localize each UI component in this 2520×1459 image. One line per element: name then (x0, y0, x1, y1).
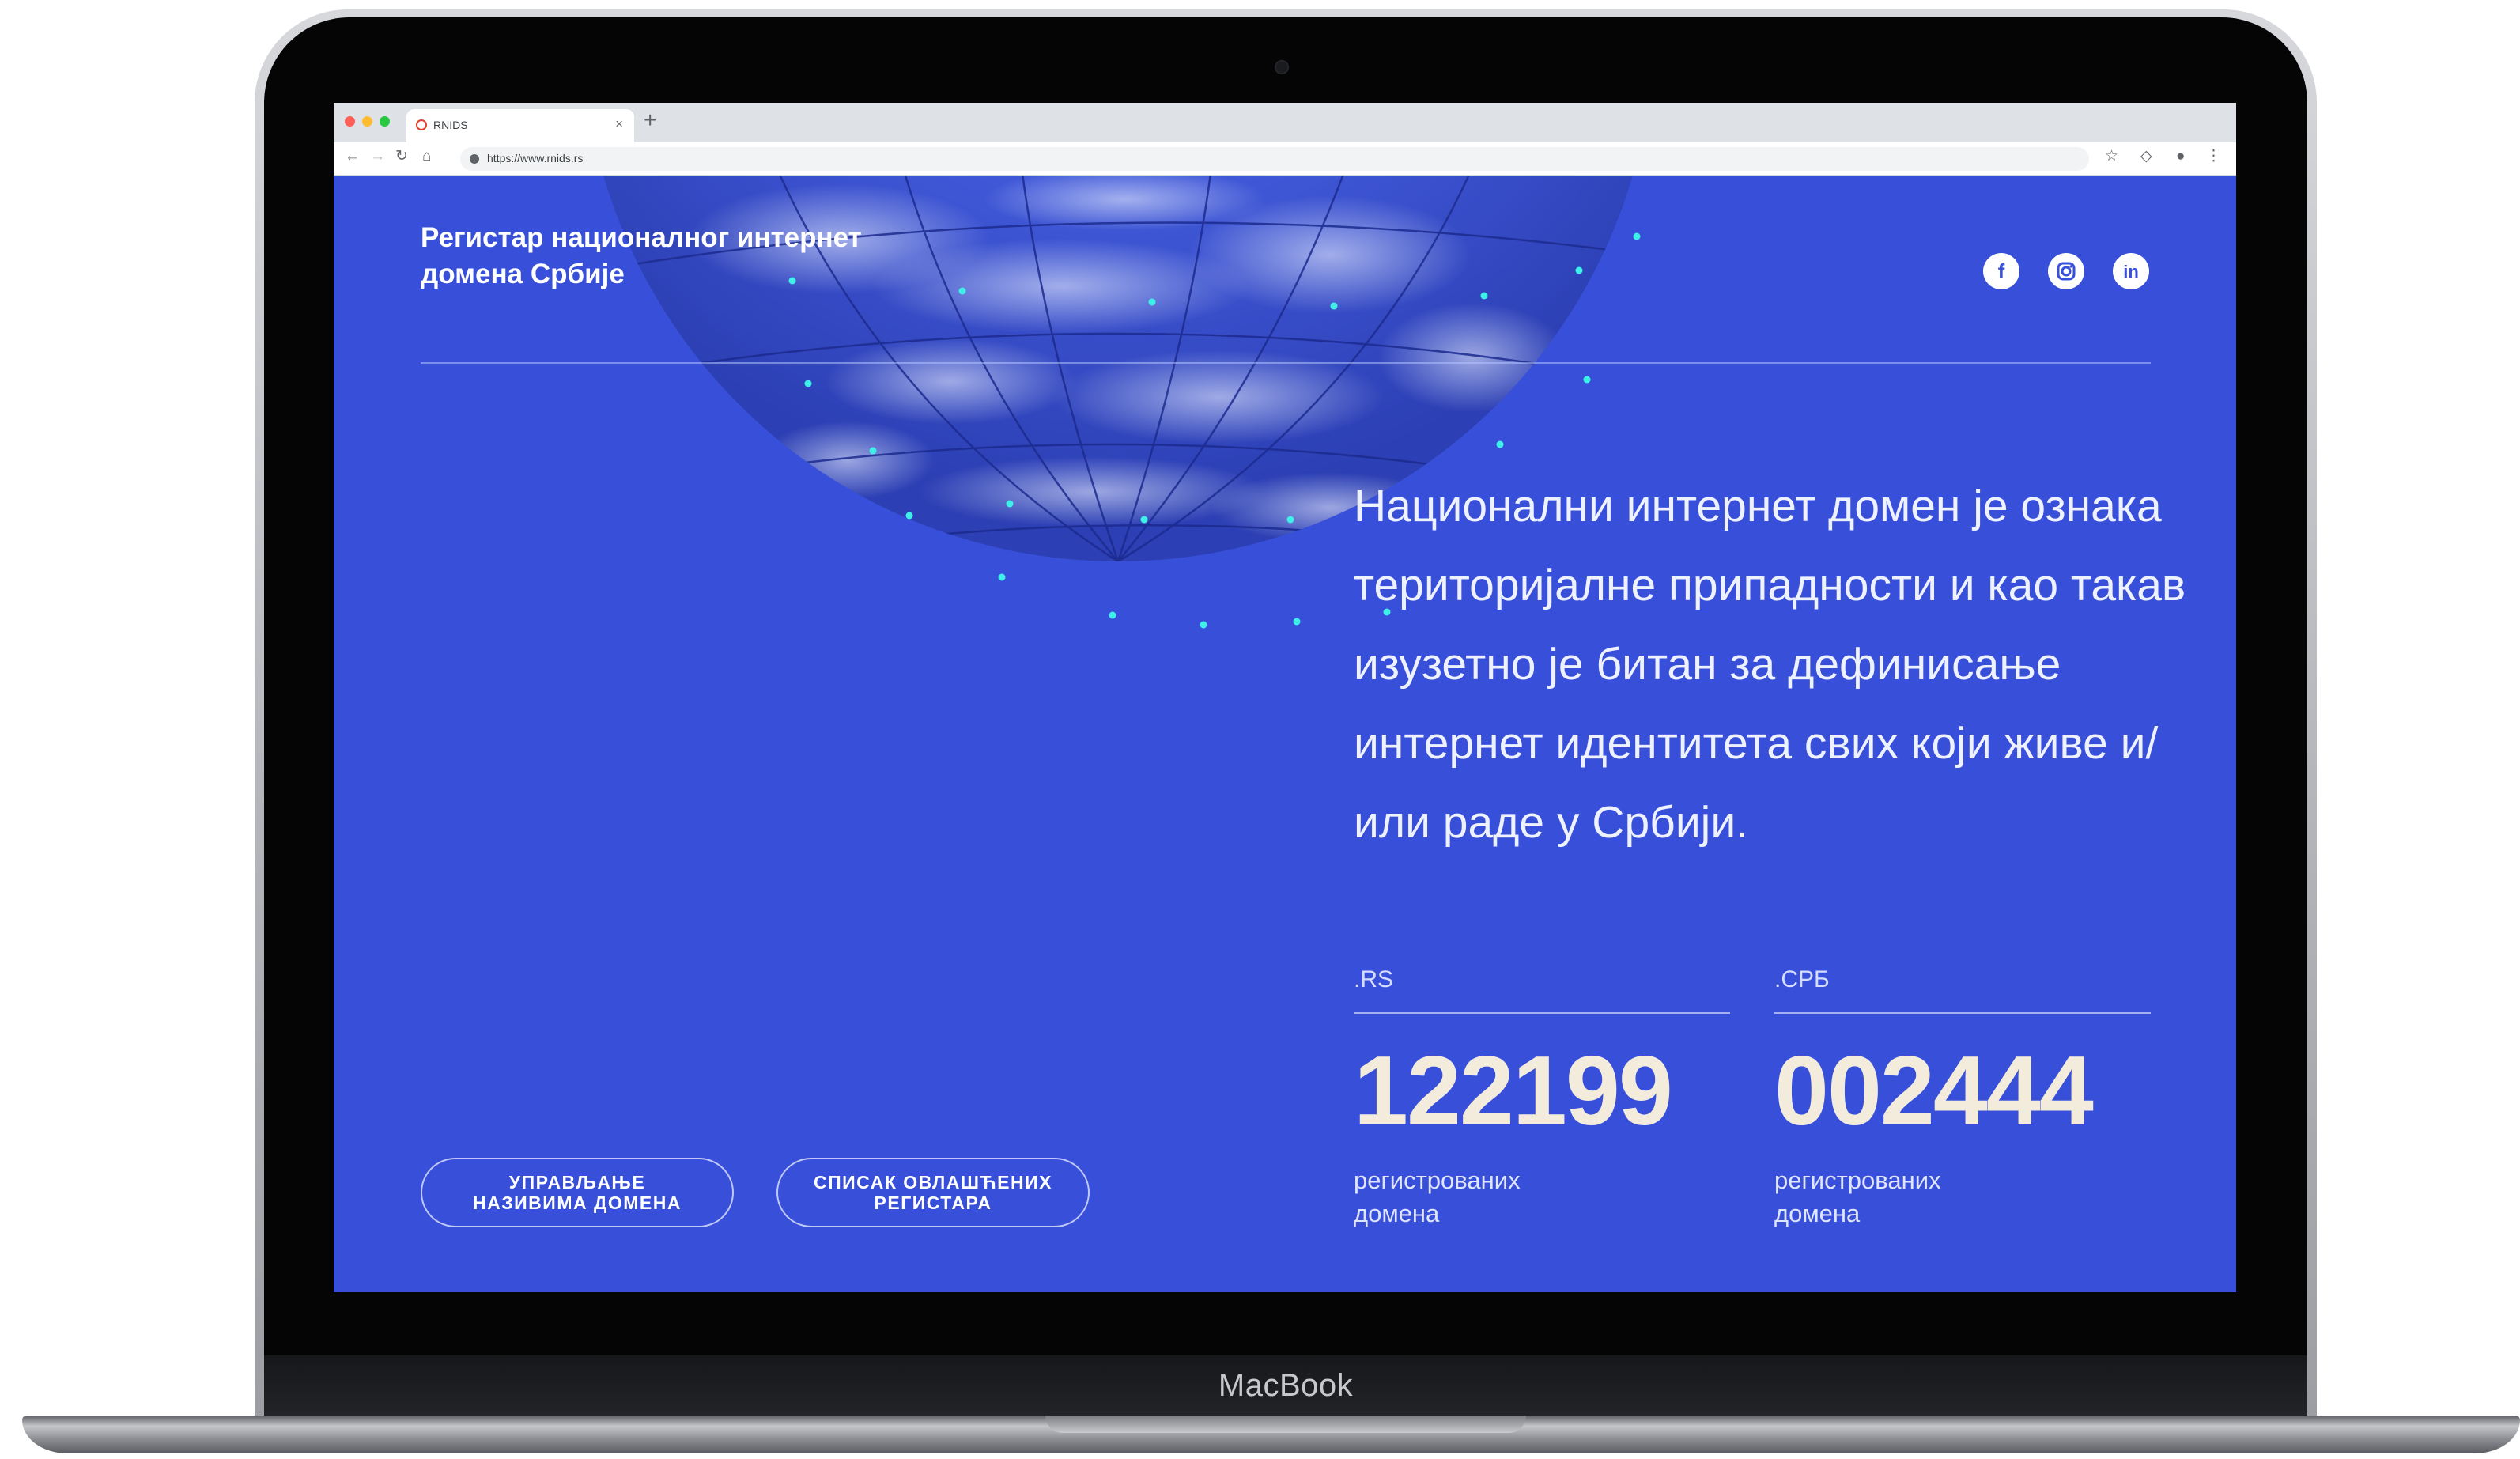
instagram-link[interactable] (2048, 253, 2084, 289)
minimize-window-icon[interactable] (362, 116, 372, 127)
menu-kebab-icon[interactable]: ⋮ (2206, 149, 2221, 164)
browser-tab-strip: RNIDS × + (334, 103, 2236, 142)
laptop-screen: RNIDS × + ← → ↻ ⌂ https://www.rnids.rs ☆… (334, 103, 2236, 1292)
extension-shield-icon[interactable]: ◇ (2140, 149, 2152, 164)
linkedin-link[interactable]: in (2113, 253, 2149, 289)
stat-rs-label: .RS (1354, 966, 1394, 992)
manage-domains-button[interactable]: УПРАВЉАЊЕ НАЗИВИМА ДОМЕНА (421, 1158, 734, 1227)
tab-title: RNIDS (433, 119, 468, 131)
web-page: Регистар националног интернет домена Срб… (334, 176, 2236, 1292)
facebook-link[interactable]: f (1983, 253, 2019, 289)
laptop-hinge-notch (1045, 1416, 1526, 1433)
laptop-chin: MacBook (264, 1355, 2307, 1417)
reload-icon[interactable]: ↻ (395, 149, 408, 164)
stat-srb-description: регистрованих домена (1774, 1166, 1941, 1227)
close-window-icon[interactable] (345, 116, 355, 127)
profile-icon[interactable]: ● (2176, 149, 2185, 164)
site-info-icon[interactable] (470, 154, 479, 164)
facebook-icon: f (1998, 259, 2005, 283)
maximize-window-icon[interactable] (380, 116, 390, 127)
instagram-icon (2057, 262, 2076, 281)
forward-icon[interactable]: → (370, 149, 385, 164)
stat-srb-divider (1774, 1012, 2151, 1014)
stat-rs-value: 122199 (1354, 1037, 1673, 1146)
svg-text:f: f (1998, 259, 2005, 283)
camera-icon (1275, 60, 1289, 74)
site-title[interactable]: Регистар националног интернет домена Срб… (421, 220, 927, 293)
header-divider (421, 362, 2151, 364)
stat-srb-value: 002444 (1774, 1037, 2094, 1146)
home-icon[interactable]: ⌂ (422, 149, 431, 164)
stat-rs-description: регистрованих домена (1354, 1166, 1521, 1227)
bookmark-star-icon[interactable]: ☆ (2105, 149, 2118, 164)
stat-rs-divider (1354, 1012, 1730, 1014)
address-bar[interactable]: https://www.rnids.rs (460, 147, 2089, 171)
site-favicon-icon (416, 119, 427, 130)
address-url[interactable]: https://www.rnids.rs (487, 152, 583, 164)
svg-text:in: in (2123, 262, 2139, 282)
stat-srb-label: .СРБ (1774, 966, 1830, 992)
browser-tab[interactable]: RNIDS × (406, 109, 634, 142)
new-tab-button[interactable]: + (644, 109, 656, 131)
registrars-list-button[interactable]: СПИСАК ОВЛАШЋЕНИХ РЕГИСТАРА (776, 1158, 1090, 1227)
tab-close-icon[interactable]: × (615, 116, 623, 132)
back-icon[interactable]: ← (345, 149, 360, 164)
intro-text: Национални интернет домен је ознака тери… (1354, 481, 2186, 848)
linkedin-icon: in (2123, 262, 2139, 282)
browser-toolbar: ← → ↻ ⌂ https://www.rnids.rs ☆ ◇ ● ⋮ (334, 142, 2236, 176)
device-label: MacBook (1218, 1368, 1354, 1403)
